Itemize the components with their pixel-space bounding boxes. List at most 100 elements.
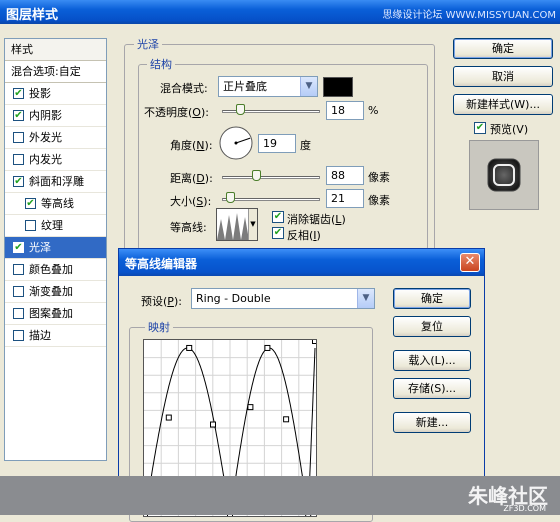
style-item[interactable]: 纹理 bbox=[5, 215, 106, 237]
mapping-label: 映射 bbox=[145, 319, 173, 335]
blend-options-item[interactable]: 混合选项:自定 bbox=[5, 61, 106, 83]
dialog-load-button[interactable]: 载入(L)... bbox=[393, 350, 471, 371]
style-item[interactable]: 渐变叠加 bbox=[5, 281, 106, 303]
preview-label: 预览(V) bbox=[490, 123, 529, 136]
style-item-checkbox[interactable]: ✔ bbox=[25, 198, 36, 209]
contour-dropdown-icon[interactable]: ▼ bbox=[248, 209, 257, 240]
curve-control-point[interactable] bbox=[264, 344, 271, 351]
window-title: 图层样式 bbox=[6, 8, 59, 23]
style-item-checkbox[interactable] bbox=[13, 308, 24, 319]
size-slider-track[interactable] bbox=[222, 198, 320, 201]
opacity-slider-thumb[interactable] bbox=[235, 104, 245, 115]
opacity-unit: % bbox=[368, 104, 379, 117]
distance-unit: 像素 bbox=[368, 171, 390, 184]
style-item-checkbox[interactable] bbox=[13, 154, 24, 165]
style-item-label: 投影 bbox=[29, 87, 51, 100]
preset-value: Ring - Double bbox=[196, 292, 271, 305]
style-item[interactable]: ✔ 内阴影 bbox=[5, 105, 106, 127]
style-item-checkbox[interactable] bbox=[25, 220, 36, 231]
dialog-ok-button[interactable]: 确定 bbox=[393, 288, 471, 309]
style-item[interactable]: ✔ 投影 bbox=[5, 83, 106, 105]
style-item[interactable]: ✔ 光泽 bbox=[5, 237, 106, 259]
style-item-checkbox[interactable]: ✔ bbox=[13, 88, 24, 99]
window-title-bar: 图层样式 思缘设计论坛 WWW.MISSYUAN.COM bbox=[0, 0, 560, 24]
curve-control-point[interactable] bbox=[165, 414, 172, 421]
new-style-button[interactable]: 新建样式(W)... bbox=[453, 94, 553, 115]
dialog-title-bar: 等高线编辑器 ✕ bbox=[119, 249, 484, 276]
contour-thumbnail[interactable]: ▼ bbox=[216, 208, 258, 241]
style-item[interactable]: 外发光 bbox=[5, 127, 106, 149]
opacity-label: 不透明度(O): bbox=[144, 106, 209, 119]
size-input[interactable]: 21 bbox=[326, 189, 364, 208]
style-item-label: 等高线 bbox=[41, 197, 74, 210]
style-preview-box bbox=[469, 140, 539, 210]
blend-mode-select[interactable]: 正片叠底 ▼ bbox=[218, 76, 318, 97]
size-slider-thumb[interactable] bbox=[226, 192, 236, 203]
style-item-label: 光泽 bbox=[29, 241, 51, 254]
blend-mode-value: 正片叠底 bbox=[223, 80, 267, 93]
style-item[interactable]: 颜色叠加 bbox=[5, 259, 106, 281]
distance-slider-track[interactable] bbox=[222, 176, 320, 179]
preview-swatch-icon bbox=[487, 158, 521, 192]
size-unit: 像素 bbox=[368, 194, 390, 207]
angle-unit: 度 bbox=[300, 139, 311, 152]
style-item-checkbox[interactable]: ✔ bbox=[13, 242, 24, 253]
style-item[interactable]: 内发光 bbox=[5, 149, 106, 171]
style-item-checkbox[interactable]: ✔ bbox=[13, 110, 24, 121]
style-list-header[interactable]: 样式 bbox=[5, 39, 106, 61]
style-item-checkbox[interactable] bbox=[13, 330, 24, 341]
curve-control-point[interactable] bbox=[283, 416, 290, 423]
angle-dial[interactable] bbox=[218, 125, 254, 161]
close-icon[interactable]: ✕ bbox=[460, 253, 480, 272]
antialias-label: 消除锯齿(L) bbox=[287, 213, 346, 226]
curve-control-point[interactable] bbox=[247, 404, 254, 411]
style-item-checkbox[interactable]: ✔ bbox=[13, 176, 24, 187]
angle-input[interactable]: 19 bbox=[258, 134, 296, 153]
distance-label: 距离(D): bbox=[170, 172, 213, 185]
blend-color-swatch[interactable] bbox=[323, 77, 353, 97]
style-list-items: ✔ 投影 ✔ 内阴影 外发光 内发光 ✔ 斜面和浮雕 ✔ 等高线 纹理 ✔ 光泽 颜色叠加 渐变叠加 图案叠加… bbox=[5, 83, 106, 347]
opacity-input[interactable]: 18 bbox=[326, 101, 364, 120]
size-label: 大小(S): bbox=[170, 195, 212, 208]
chevron-down-icon: ▼ bbox=[300, 77, 317, 96]
style-item[interactable]: 描边 bbox=[5, 325, 106, 347]
dialog-reset-button[interactable]: 复位 bbox=[393, 316, 471, 337]
style-item-checkbox[interactable] bbox=[13, 264, 24, 275]
style-item-label: 图案叠加 bbox=[29, 307, 73, 320]
curve-control-point[interactable] bbox=[312, 338, 318, 344]
angle-dial-icon bbox=[219, 126, 253, 160]
preset-label: 预设(P): bbox=[141, 295, 182, 308]
style-item[interactable]: ✔ 等高线 bbox=[5, 193, 106, 215]
style-item-label: 渐变叠加 bbox=[29, 285, 73, 298]
style-item-label: 内阴影 bbox=[29, 109, 62, 122]
preset-select[interactable]: Ring - Double ▼ bbox=[191, 288, 375, 309]
style-list: 样式 混合选项:自定 ✔ 投影 ✔ 内阴影 外发光 内发光 ✔ 斜面和浮雕 ✔ 等高线 纹理 ✔ 光泽颜… bbox=[4, 38, 107, 461]
preview-checkbox[interactable]: ✔ bbox=[474, 122, 486, 134]
ok-button[interactable]: 确定 bbox=[453, 38, 553, 59]
blend-mode-label: 混合模式: bbox=[160, 82, 208, 95]
style-item-label: 外发光 bbox=[29, 131, 62, 144]
style-item-checkbox[interactable] bbox=[13, 286, 24, 297]
antialias-checkbox[interactable]: ✔ bbox=[272, 211, 284, 223]
style-item-label: 颜色叠加 bbox=[29, 263, 73, 276]
contour-editor-dialog: 等高线编辑器 ✕ 预设(P): Ring - Double ▼ 映射 确定 复位… bbox=[118, 248, 485, 522]
cancel-button[interactable]: 取消 bbox=[453, 66, 553, 87]
dialog-new-button[interactable]: 新建... bbox=[393, 412, 471, 433]
invert-label: 反相(I) bbox=[287, 229, 321, 242]
invert-checkbox[interactable]: ✔ bbox=[272, 227, 284, 239]
distance-input[interactable]: 88 bbox=[326, 166, 364, 185]
style-item-label: 纹理 bbox=[41, 219, 63, 232]
style-item-checkbox[interactable] bbox=[13, 132, 24, 143]
curve-control-point[interactable] bbox=[186, 344, 193, 351]
style-item-label: 内发光 bbox=[29, 153, 62, 166]
style-item[interactable]: ✔ 斜面和浮雕 bbox=[5, 171, 106, 193]
satin-group-title: 光泽 bbox=[134, 36, 162, 52]
distance-slider-thumb[interactable] bbox=[252, 170, 262, 181]
watermark-text: 思缘设计论坛 WWW.MISSYUAN.COM bbox=[382, 10, 556, 21]
structure-group-title: 结构 bbox=[147, 56, 175, 72]
style-item[interactable]: 图案叠加 bbox=[5, 303, 106, 325]
dialog-save-button[interactable]: 存储(S)... bbox=[393, 378, 471, 399]
curve-control-point[interactable] bbox=[210, 421, 216, 428]
style-item-label: 描边 bbox=[29, 329, 51, 342]
dialog-title: 等高线编辑器 bbox=[125, 257, 198, 271]
